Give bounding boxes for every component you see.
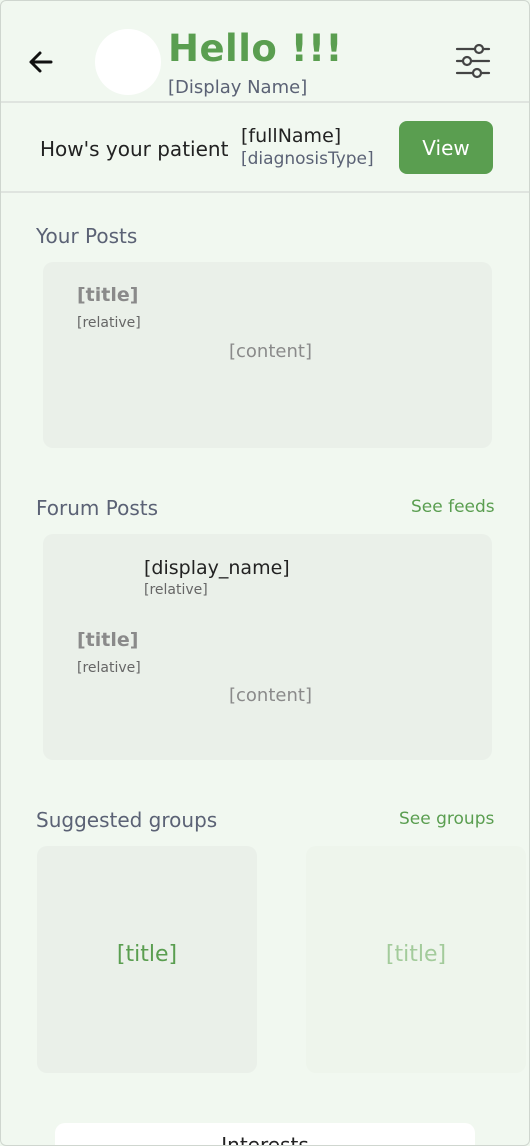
post-title: [title]	[77, 629, 139, 651]
patient-diagnosis-type: [diagnosisType]	[241, 149, 374, 169]
your-posts-heading: Your Posts	[36, 224, 138, 248]
group-card[interactable]: [title]	[37, 846, 257, 1073]
back-arrow-icon[interactable]	[25, 45, 59, 79]
suggested-groups-heading: Suggested groups	[36, 808, 218, 832]
group-card[interactable]: [title]	[306, 846, 526, 1073]
forum-post-card[interactable]: [display_name] [relative] [title] [relat…	[43, 534, 492, 760]
post-content: [content]	[229, 341, 312, 362]
filter-settings-icon[interactable]	[453, 41, 493, 81]
post-title: [title]	[77, 284, 139, 306]
post-relative: [relative]	[77, 660, 141, 676]
interests-title: Interests	[221, 1133, 309, 1146]
display-name: [Display Name]	[168, 77, 308, 98]
author-display-name: [display_name]	[144, 557, 290, 579]
see-groups-link[interactable]: See groups	[399, 809, 494, 829]
author-relative: [relative]	[144, 582, 208, 598]
interests-card[interactable]: Interests	[55, 1123, 475, 1146]
avatar[interactable]	[95, 29, 161, 95]
forum-posts-heading: Forum Posts	[36, 496, 159, 520]
post-relative: [relative]	[77, 315, 141, 331]
header: Hello !!! [Display Name]	[1, 1, 529, 101]
group-title: [title]	[116, 942, 178, 967]
post-content: [content]	[229, 685, 312, 706]
patient-question: How's your patient	[40, 137, 229, 161]
view-patient-button[interactable]: View	[399, 121, 493, 174]
your-post-card[interactable]: [title] [relative] [content]	[43, 262, 492, 448]
group-title: [title]	[385, 942, 447, 967]
see-feeds-link[interactable]: See feeds	[411, 497, 495, 517]
greeting-title: Hello !!!	[168, 27, 343, 70]
patient-full-name: [fullName]	[241, 125, 342, 147]
divider	[1, 191, 529, 193]
app-screen: Hello !!! [Display Name] How's your pati…	[0, 0, 530, 1146]
